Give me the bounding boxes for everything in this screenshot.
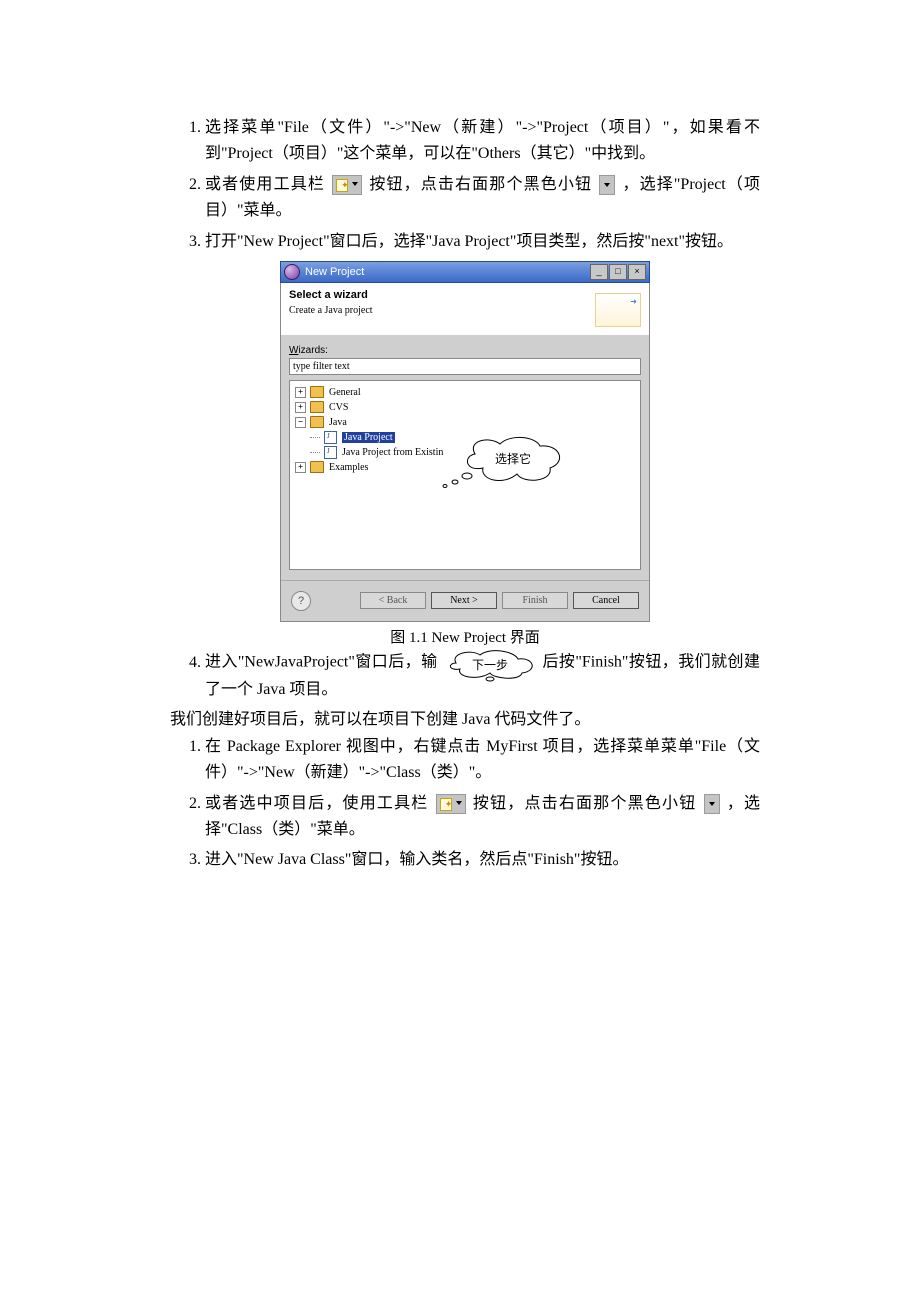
cloud-text: 选择它 <box>495 450 531 467</box>
text: 或者使用工具栏 <box>205 176 325 193</box>
instruction-list-1-cont: 进入"NewJavaProject"窗口后，输 下一步 后按"Finish"按钮… <box>180 649 760 703</box>
help-button[interactable]: ? <box>291 591 311 611</box>
list1-item1: 选择菜单"File（文件）"->"New（新建）"->"Project（项目）"… <box>205 115 760 168</box>
instruction-list-1: 选择菜单"File（文件）"->"New（新建）"->"Project（项目）"… <box>180 115 760 255</box>
back-button[interactable]: < Back <box>360 592 426 609</box>
filter-input[interactable] <box>289 358 641 375</box>
header-title: Select a wizard <box>289 289 595 301</box>
finish-button[interactable]: Finish <box>502 592 568 609</box>
wizard-icon <box>595 293 641 327</box>
toolbar-new-dropdown-icon: ✦ <box>436 794 466 814</box>
new-project-dialog: New Project _ □ × Select a wizard Create… <box>280 261 650 622</box>
maximize-button[interactable]: □ <box>609 264 627 280</box>
text: 按钮，点击右面那个黑色小钮 <box>369 176 592 193</box>
list1-item3: 打开"New Project"窗口后，选择"Java Project"项目类型，… <box>205 229 760 255</box>
tree-item-cvs[interactable]: +CVS <box>295 400 635 415</box>
toolbar-new-dropdown-icon: ✦ <box>332 175 362 195</box>
list3-item1: 在 Package Explorer 视图中，右键点击 MyFirst 项目，选… <box>205 734 760 787</box>
instruction-list-2: 在 Package Explorer 视图中，右键点击 MyFirst 项目，选… <box>180 734 760 874</box>
wizard-tree[interactable]: +General +CVS −Java Java Project Java Pr… <box>289 380 641 570</box>
paragraph-after: 我们创建好项目后，就可以在项目下创建 Java 代码文件了。 <box>170 707 760 733</box>
dropdown-arrow-icon <box>599 175 615 195</box>
figure-caption: 图 1.1 New Project 界面 <box>170 626 760 647</box>
list1-item2: 或者使用工具栏 ✦ 按钮，点击右面那个黑色小钮 ，选择"Project（项目）"… <box>205 172 760 225</box>
window-title: New Project <box>305 266 364 278</box>
header-subtitle: Create a Java project <box>289 305 595 316</box>
next-button[interactable]: Next > <box>431 592 497 609</box>
callout-cloud-2: 下一步 <box>444 649 536 677</box>
text: 或者选中项目后，使用工具栏 <box>205 795 429 812</box>
text: 按钮，点击右面那个黑色小钮 <box>473 795 697 812</box>
dropdown-arrow-icon <box>704 794 720 814</box>
close-button[interactable]: × <box>628 264 646 280</box>
callout-cloud: 选择它 <box>445 434 575 482</box>
cloud2-text: 下一步 <box>472 656 508 676</box>
button-bar: ? < Back Next > Finish Cancel <box>281 580 649 621</box>
dialog-header: Select a wizard Create a Java project <box>281 283 649 335</box>
titlebar: New Project _ □ × <box>280 261 650 283</box>
cancel-button[interactable]: Cancel <box>573 592 639 609</box>
wizards-label: Wizards: <box>289 345 641 356</box>
text: 进入"NewJavaProject"窗口后，输 <box>205 654 438 671</box>
list3-item3: 进入"New Java Class"窗口，输入类名，然后点"Finish"按钮。 <box>205 847 760 873</box>
tree-item-java[interactable]: −Java <box>295 415 635 430</box>
list1-item4: 进入"NewJavaProject"窗口后，输 下一步 后按"Finish"按钮… <box>205 649 760 703</box>
eclipse-icon <box>284 264 300 280</box>
list3-item2: 或者选中项目后，使用工具栏 ✦ 按钮，点击右面那个黑色小钮 ，选择"Class（… <box>205 791 760 844</box>
tree-item-general[interactable]: +General <box>295 385 635 400</box>
minimize-button[interactable]: _ <box>590 264 608 280</box>
